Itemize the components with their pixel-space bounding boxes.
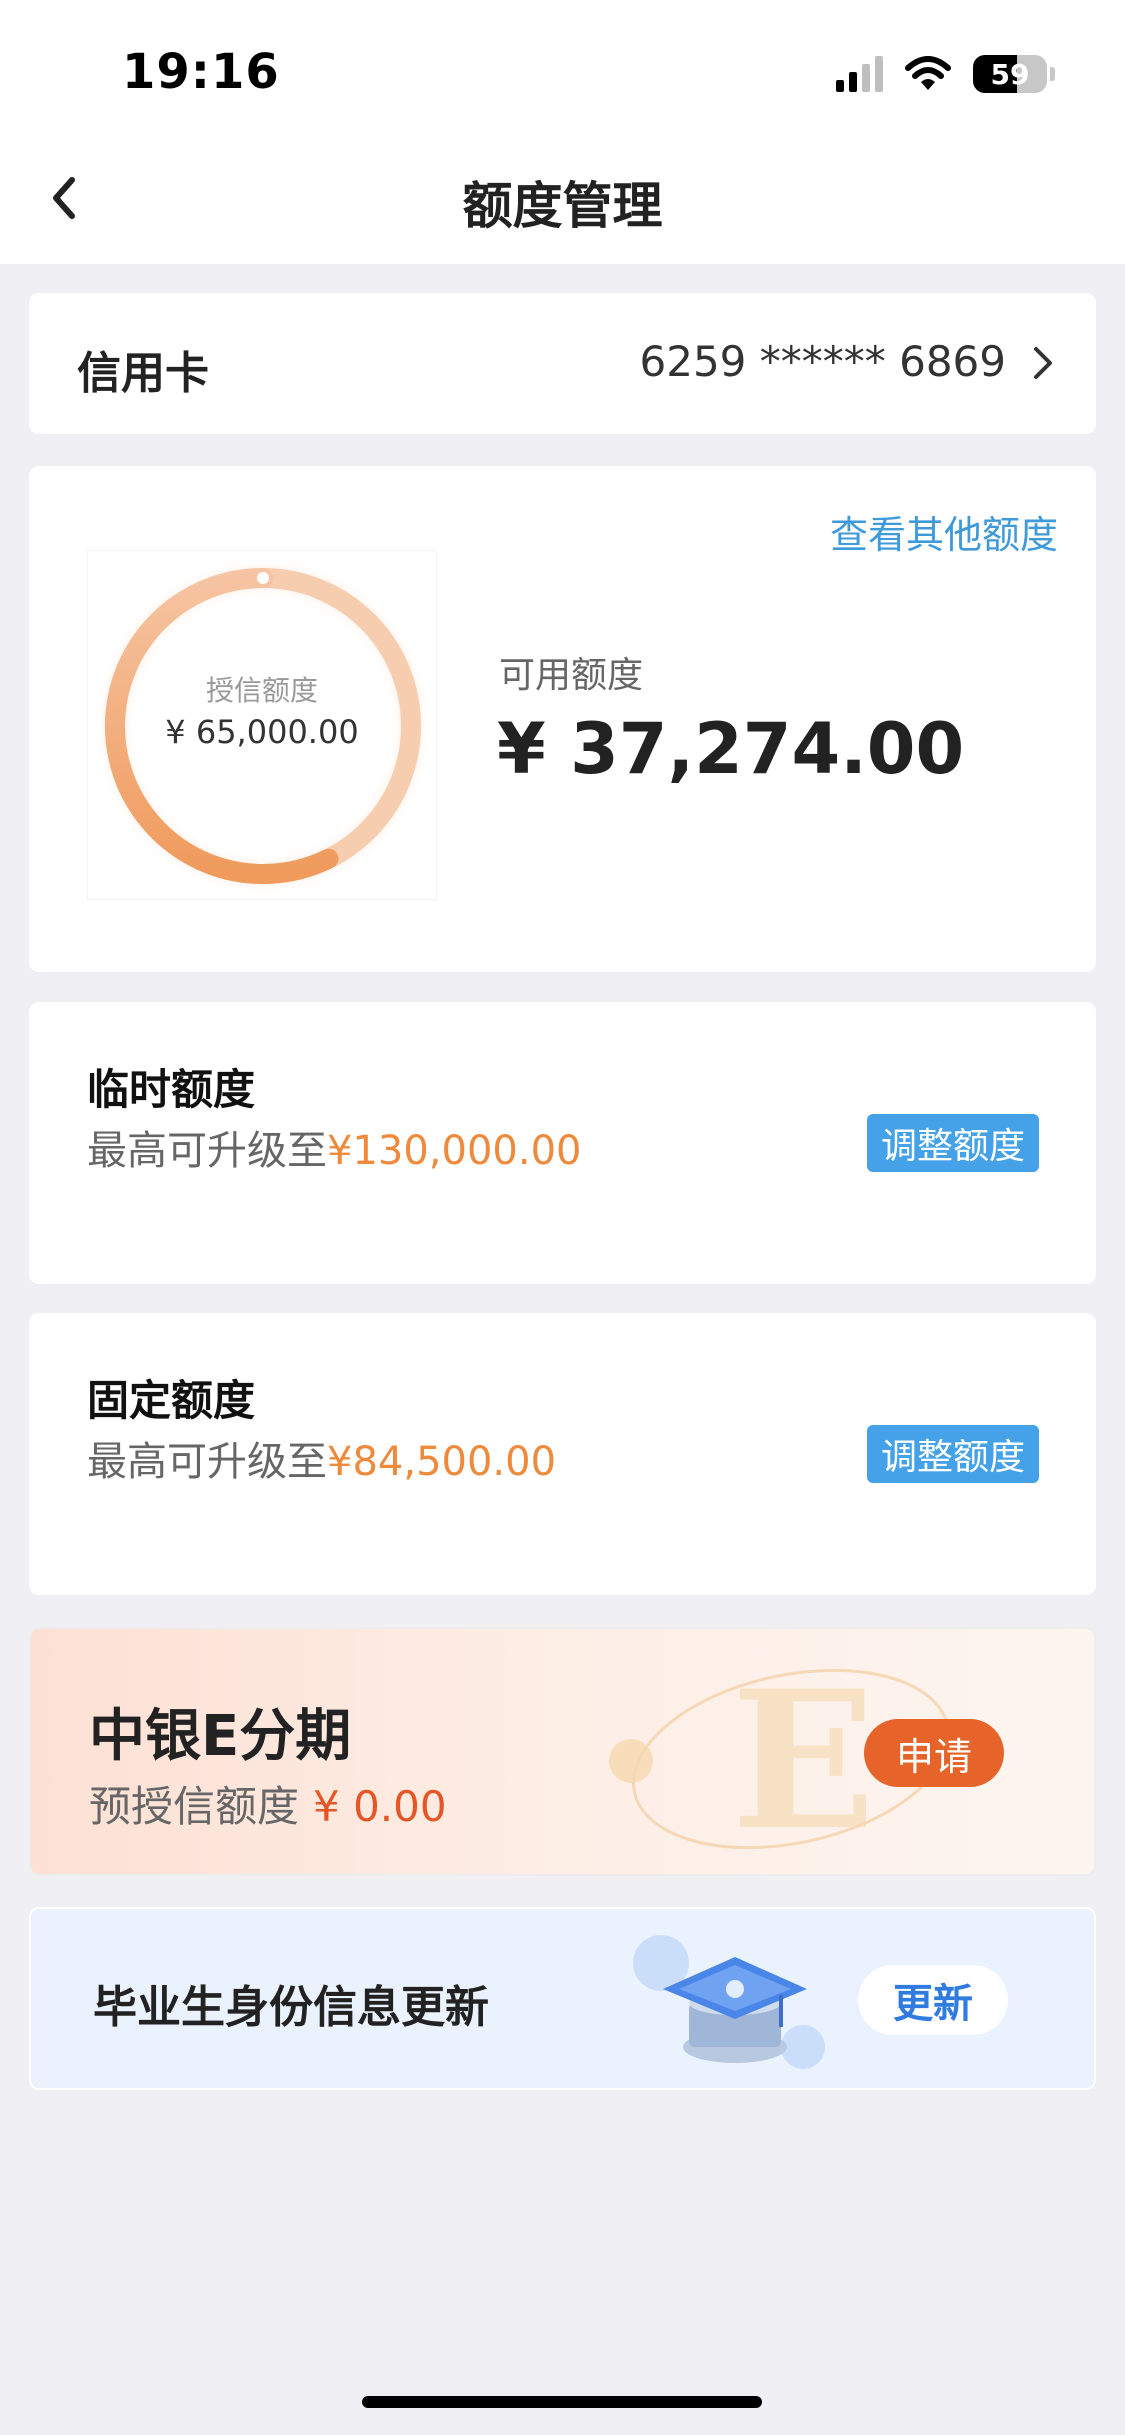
page-title: 额度管理 <box>462 177 663 235</box>
e-letter-decoration: E <box>731 1649 876 1869</box>
nav-bar: 额度管理 <box>0 140 1125 264</box>
card-type-label: 信用卡 <box>77 348 209 399</box>
status-bar: 19:16 59 <box>0 0 1125 140</box>
update-button[interactable]: 更新 <box>858 1965 1008 2035</box>
upgrade-prefix: 最高可升级至 <box>87 1128 327 1174</box>
credit-limit-label: 授信额度 <box>205 674 318 707</box>
temporary-quota-card: 临时额度 最高可升级至¥130,000.00 调整额度 <box>29 1002 1096 1284</box>
quota-card: 查看其他额度 授信额度 ¥ 65,000.00 可用额度 ¥ 37,274.00 <box>29 466 1096 972</box>
wifi-icon <box>905 56 951 90</box>
view-other-quota-link[interactable]: 查看其他额度 <box>830 504 1058 559</box>
credit-card-selector[interactable]: 信用卡 6259 ****** 6869 <box>29 293 1096 434</box>
available-quota-label: 可用额度 <box>499 655 644 696</box>
adjust-temporary-quota-button[interactable]: 调整额度 <box>867 1114 1039 1172</box>
fixed-quota-max: ¥84,500.00 <box>327 1439 557 1485</box>
graduation-cap-icon <box>633 1935 825 2069</box>
available-quota-value: ¥ 37,274.00 <box>497 708 965 790</box>
e-installment-subtitle: 预授信额度 ¥ 0.00 <box>89 1773 447 1834</box>
chevron-right-icon <box>1034 347 1052 379</box>
status-icons: 59 <box>836 54 1055 94</box>
e-installment-title: 中银E分期 <box>89 1704 352 1769</box>
e-installment-banner[interactable]: E 中银E分期 预授信额度 ¥ 0.00 申请 <box>29 1627 1096 1876</box>
graduate-info-title: 毕业生身份信息更新 <box>93 1982 489 2033</box>
temporary-quota-max: ¥130,000.00 <box>327 1128 582 1174</box>
temporary-quota-subtitle: 最高可升级至¥130,000.00 <box>87 1118 581 1176</box>
fixed-quota-title: 固定额度 <box>87 1376 256 1425</box>
battery-level: 59 <box>990 57 1030 91</box>
pre-credit-amount: ¥ 0.00 <box>313 1782 447 1831</box>
temporary-quota-title: 临时额度 <box>87 1065 256 1114</box>
status-time: 19:16 <box>122 44 280 100</box>
fixed-quota-subtitle: 最高可升级至¥84,500.00 <box>87 1429 556 1487</box>
apply-button[interactable]: 申请 <box>864 1719 1004 1787</box>
ring-start-dot <box>257 572 269 584</box>
battery-icon: 59 <box>973 55 1047 93</box>
graduate-info-banner[interactable]: 毕业生身份信息更新 更新 <box>29 1907 1096 2090</box>
card-number: 6259 ****** 6869 <box>639 337 1006 386</box>
credit-limit-value: ¥ 65,000.00 <box>165 713 359 751</box>
credit-ring: 授信额度 ¥ 65,000.00 <box>87 550 437 900</box>
adjust-fixed-quota-button[interactable]: 调整额度 <box>867 1425 1039 1483</box>
cellular-signal-icon <box>836 56 883 92</box>
fixed-quota-card: 固定额度 最高可升级至¥84,500.00 调整额度 <box>29 1313 1096 1595</box>
upgrade-prefix: 最高可升级至 <box>87 1439 327 1485</box>
pre-credit-label: 预授信额度 <box>89 1782 300 1831</box>
home-indicator <box>362 2396 762 2408</box>
